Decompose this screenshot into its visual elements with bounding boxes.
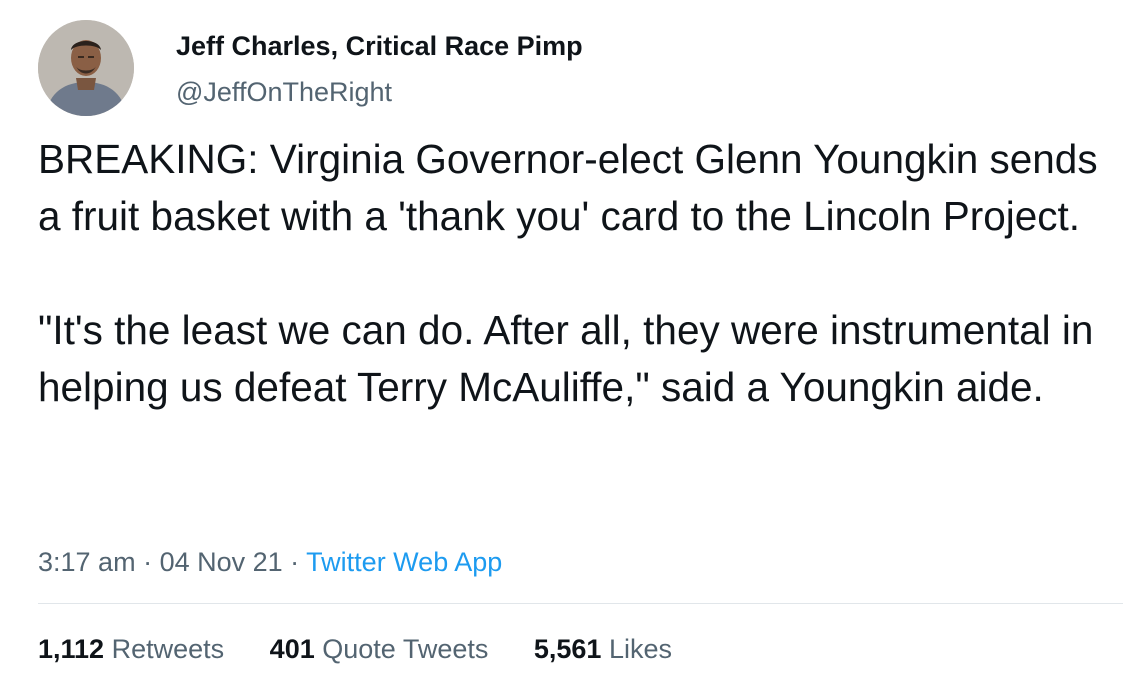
- author-handle[interactable]: @JeffOnTheRight: [176, 76, 392, 108]
- quote-tweets-label: Quote Tweets: [322, 634, 489, 664]
- retweets-stat[interactable]: 1,112 Retweets: [38, 632, 224, 666]
- author-avatar[interactable]: [38, 20, 134, 116]
- tweet-text: BREAKING: Virginia Governor-elect Glenn …: [38, 131, 1108, 416]
- tweet-source-link[interactable]: Twitter Web App: [306, 547, 502, 577]
- likes-stat[interactable]: 5,561 Likes: [534, 632, 672, 666]
- tweet-stats: 1,112 Retweets 401 Quote Tweets 5,561 Li…: [38, 632, 710, 666]
- quote-tweets-stat[interactable]: 401 Quote Tweets: [270, 632, 489, 666]
- retweets-label: Retweets: [111, 634, 225, 664]
- divider: [38, 603, 1123, 604]
- tweet-meta: 3:17 am · 04 Nov 21 · Twitter Web App: [38, 545, 502, 579]
- meta-separator: ·: [135, 547, 160, 577]
- tweet-paragraph: BREAKING: Virginia Governor-elect Glenn …: [38, 136, 1098, 239]
- retweets-count: 1,112: [38, 634, 105, 664]
- quote-tweets-count: 401: [269, 634, 315, 664]
- tweet-time[interactable]: 3:17 am: [38, 547, 136, 577]
- tweet-card: Jeff Charles, Critical Race Pimp @JeffOn…: [0, 0, 1123, 681]
- tweet-date[interactable]: 04 Nov 21: [160, 547, 283, 577]
- likes-count: 5,561: [533, 634, 602, 664]
- author-name[interactable]: Jeff Charles, Critical Race Pimp: [176, 30, 583, 62]
- meta-separator: ·: [282, 547, 307, 577]
- tweet-paragraph: "It's the least we can do. After all, th…: [38, 307, 1094, 410]
- avatar-photo-icon: [38, 20, 134, 116]
- likes-label: Likes: [608, 634, 672, 664]
